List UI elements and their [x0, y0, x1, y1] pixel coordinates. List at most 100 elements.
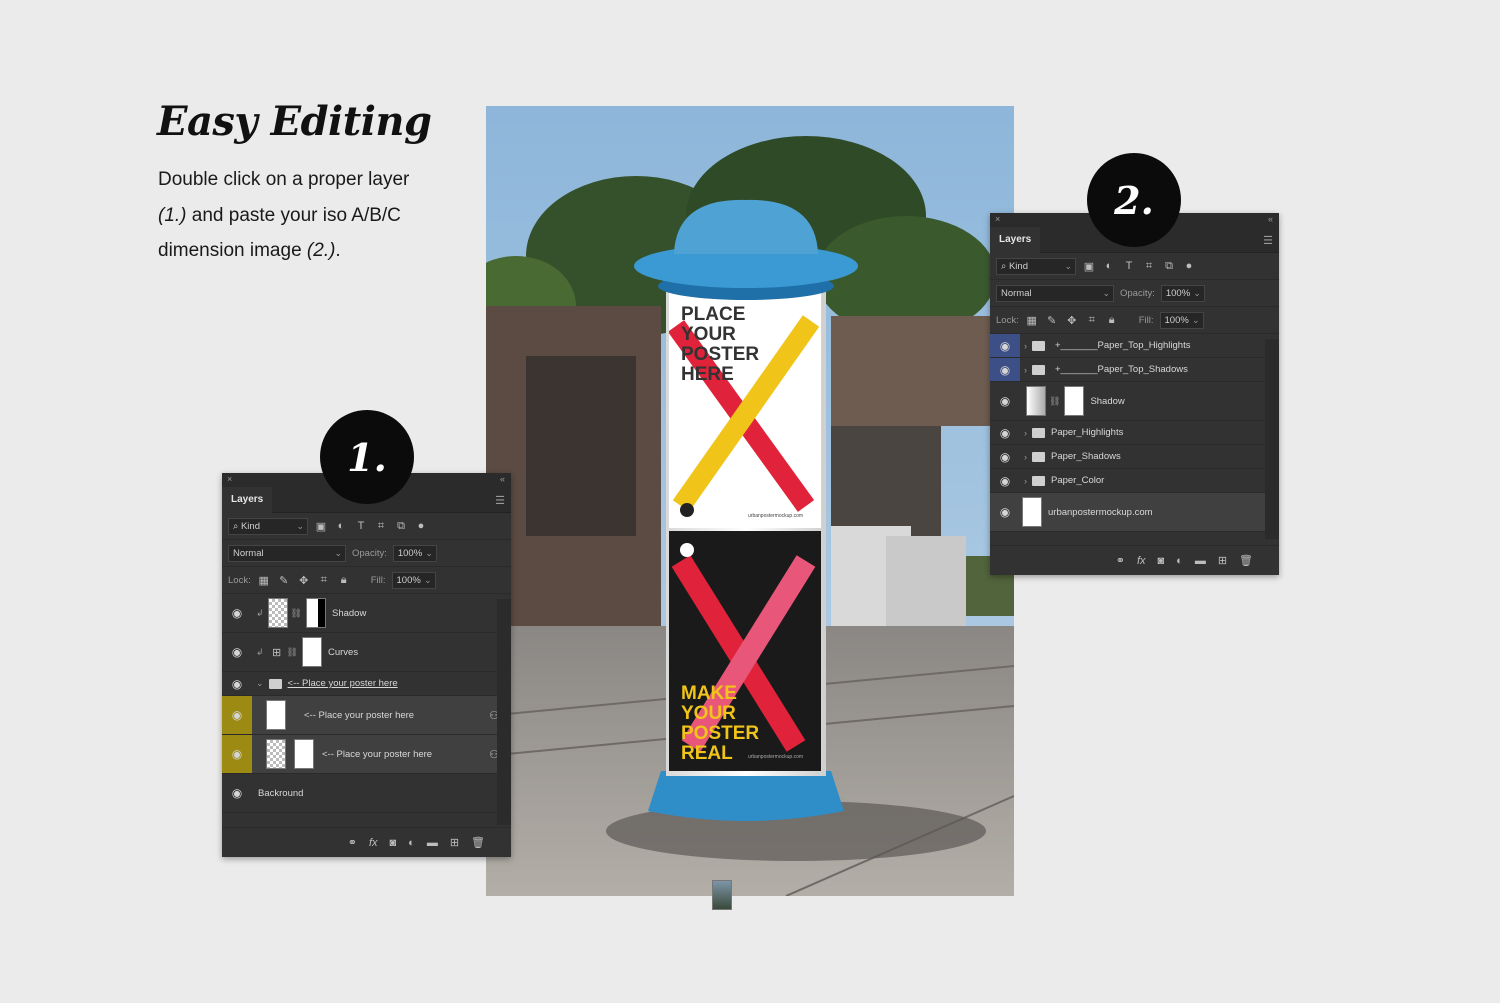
link-icon[interactable]: ⛓	[1049, 396, 1060, 407]
eye-icon[interactable]: ◉	[990, 421, 1020, 444]
layer-group-row[interactable]: ◉ › +_______Paper_Top_Highlights	[990, 334, 1279, 358]
panel-footer: ⚭ fx ◙ ◐ ▬ ⊞ 🗑︎	[222, 827, 511, 857]
kind-filter-select[interactable]: ⌕ Kind ⌄	[228, 517, 308, 535]
add-mask-icon[interactable]: ◙	[390, 837, 397, 849]
chevron-right-icon[interactable]: ›	[1024, 476, 1027, 486]
blend-mode-select[interactable]: Normal ⌄	[996, 284, 1114, 302]
opacity-input[interactable]: 100% ⌄	[392, 544, 437, 562]
layer-row[interactable]: ◉ Backround	[222, 774, 732, 910]
layer-thumbnail	[1026, 386, 1046, 416]
adjustment-layer-icon[interactable]: ◐	[408, 837, 415, 849]
link-icon[interactable]: ⛓	[287, 647, 298, 658]
delete-icon[interactable]: 🗑︎	[1239, 554, 1253, 567]
fill-input[interactable]: 100% ⌄	[391, 571, 436, 589]
scrollbar[interactable]	[1265, 339, 1279, 539]
new-group-icon[interactable]: ▬	[427, 837, 438, 849]
adjustment-filter-icon[interactable]: ◐	[1102, 260, 1116, 272]
lock-position-icon[interactable]: ✥	[1065, 314, 1079, 327]
mask-thumbnail	[294, 739, 314, 769]
lock-brush-icon[interactable]: ✎	[1045, 314, 1059, 327]
layer-row-selected[interactable]: ◉ <-- Place your poster here ⚇	[222, 696, 511, 735]
link-layers-icon[interactable]: ⚭	[1116, 554, 1125, 567]
smart-object-thumbnail	[266, 739, 286, 769]
lock-all-icon[interactable]: 🔒︎	[337, 574, 351, 587]
adjustment-layer-icon[interactable]: ◐	[1176, 555, 1183, 567]
smart-object-filter-icon[interactable]: ⧉	[1162, 260, 1176, 273]
eye-icon[interactable]: ◉	[222, 735, 252, 773]
close-icon[interactable]: ×	[227, 474, 232, 484]
chevron-right-icon[interactable]: ›	[1024, 341, 1027, 351]
delete-icon[interactable]: 🗑︎	[471, 836, 485, 849]
layer-row-selected[interactable]: ◉ urbanpostermockup.com	[990, 493, 1279, 532]
lock-all-icon[interactable]: 🔒︎	[1105, 314, 1119, 327]
eye-icon[interactable]: ◉	[222, 774, 252, 812]
blend-mode-value: Normal	[1001, 287, 1032, 299]
pixel-filter-icon[interactable]: ▣	[314, 520, 328, 533]
layer-group-row[interactable]: ◉ › Paper_Highlights	[990, 421, 1279, 445]
add-mask-icon[interactable]: ◙	[1158, 555, 1165, 567]
link-layers-icon[interactable]: ⚭	[348, 836, 357, 849]
eye-icon[interactable]: ◉	[222, 696, 252, 734]
filter-toggle-icon[interactable]: ●	[1182, 260, 1196, 272]
new-layer-icon[interactable]: ⊞	[1218, 554, 1227, 567]
filter-toggle-icon[interactable]: ●	[414, 520, 428, 532]
type-filter-icon[interactable]: T	[354, 520, 368, 532]
lock-position-icon[interactable]: ✥	[297, 574, 311, 587]
layer-row[interactable]: ◉ ↲ ⊞ ⛓ Curves	[222, 633, 511, 672]
new-layer-icon[interactable]: ⊞	[450, 836, 459, 849]
chevron-right-icon[interactable]: ›	[1024, 428, 1027, 438]
smart-object-filter-icon[interactable]: ⧉	[394, 520, 408, 533]
poster-text: YOUR	[681, 324, 736, 345]
line-3-start: dimension image	[158, 240, 307, 261]
eye-icon[interactable]: ◉	[990, 445, 1020, 468]
collapse-icon[interactable]: «	[500, 474, 505, 484]
eye-icon[interactable]: ◉	[222, 672, 252, 695]
adjustment-filter-icon[interactable]: ◐	[334, 520, 348, 532]
lock-artboard-icon[interactable]: ⌗	[317, 574, 331, 587]
eye-icon[interactable]: ◉	[222, 633, 252, 671]
chevron-right-icon[interactable]: ›	[1024, 452, 1027, 462]
eye-icon[interactable]: ◉	[222, 594, 252, 632]
eye-icon[interactable]: ◉	[990, 382, 1020, 420]
kind-filter-select[interactable]: ⌕ Kind ⌄	[996, 257, 1076, 275]
opacity-input[interactable]: 100% ⌄	[1160, 284, 1205, 302]
layer-group-row[interactable]: ◉ › +_______Paper_Top_Shadows	[990, 358, 1279, 382]
type-filter-icon[interactable]: T	[1122, 260, 1136, 272]
fx-icon[interactable]: fx	[1137, 555, 1146, 567]
chevron-down-icon: ⌄	[296, 520, 304, 531]
close-icon[interactable]: ×	[995, 214, 1000, 224]
folder-icon	[1032, 427, 1045, 438]
layer-name: <-- Place your poster here	[287, 678, 398, 689]
layer-row[interactable]: ◉ ⛓ Shadow	[990, 382, 1279, 421]
new-group-icon[interactable]: ▬	[1195, 555, 1206, 567]
shape-filter-icon[interactable]: ⌗	[374, 520, 388, 533]
eye-icon[interactable]: ◉	[990, 334, 1020, 357]
layer-row[interactable]: ◉ ↲ ⛓ Shadow	[222, 594, 511, 633]
eye-icon[interactable]: ◉	[990, 358, 1020, 381]
panel-menu-icon[interactable]: ☰	[1263, 234, 1273, 247]
search-icon: ⌕	[1001, 260, 1009, 272]
layer-group-row[interactable]: ◉ › Paper_Shadows	[990, 445, 1279, 469]
fill-input[interactable]: 100% ⌄	[1159, 311, 1204, 329]
collapse-icon[interactable]: «	[1268, 214, 1273, 224]
lock-brush-icon[interactable]: ✎	[277, 574, 291, 587]
layer-group-row[interactable]: ◉ ⌄ <-- Place your poster here	[222, 672, 511, 696]
lock-artboard-icon[interactable]: ⌗	[1085, 314, 1099, 327]
eye-icon[interactable]: ◉	[990, 469, 1020, 492]
tab-layers[interactable]: Layers	[222, 487, 272, 513]
scrollbar[interactable]	[497, 599, 511, 825]
layer-row-selected[interactable]: ◉ <-- Place your poster here ⚇	[222, 735, 511, 774]
tab-layers[interactable]: Layers	[990, 227, 1040, 253]
shape-filter-icon[interactable]: ⌗	[1142, 260, 1156, 273]
eye-icon[interactable]: ◉	[990, 493, 1020, 531]
chevron-down-icon[interactable]: ⌄	[256, 678, 264, 689]
layer-group-row[interactable]: ◉ › Paper_Color	[990, 469, 1279, 493]
link-icon[interactable]: ⛓	[291, 608, 302, 619]
pixel-filter-icon[interactable]: ▣	[1082, 260, 1096, 273]
lock-transparency-icon[interactable]: ▦	[257, 574, 271, 587]
chevron-right-icon[interactable]: ›	[1024, 365, 1027, 375]
lock-transparency-icon[interactable]: ▦	[1025, 314, 1039, 327]
panel-menu-icon[interactable]: ☰	[495, 494, 505, 507]
blend-mode-select[interactable]: Normal ⌄	[228, 544, 346, 562]
fx-icon[interactable]: fx	[369, 837, 378, 849]
